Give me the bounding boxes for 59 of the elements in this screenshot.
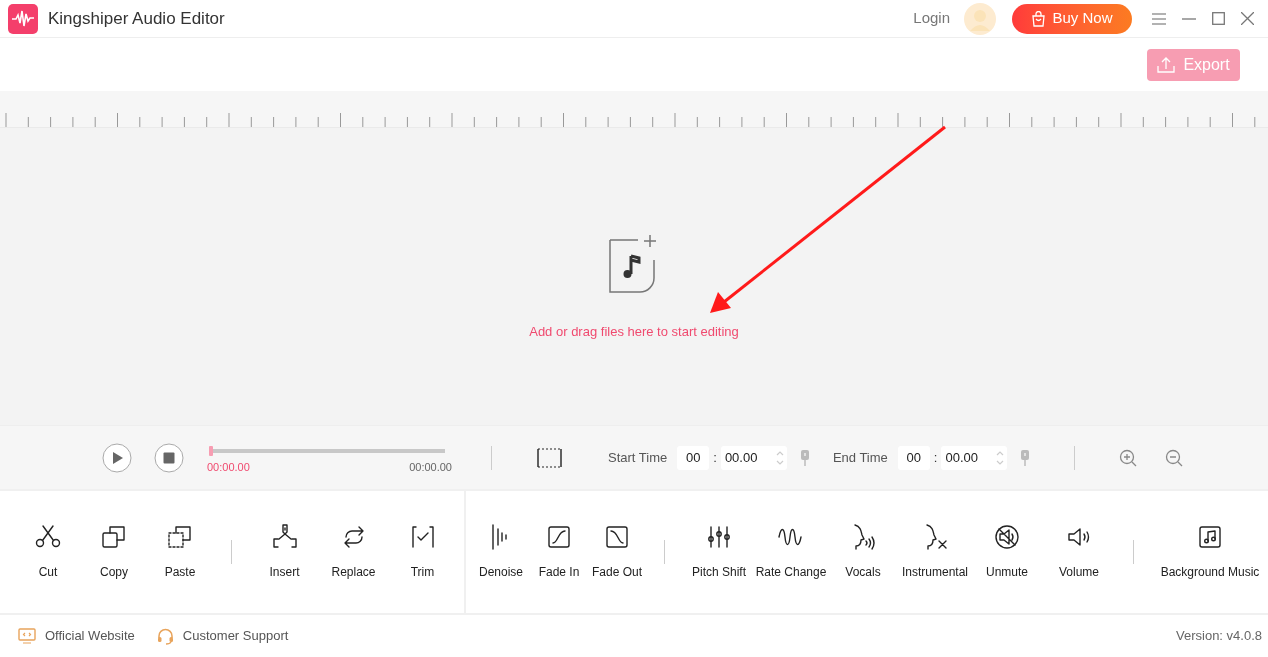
headset-icon: [156, 627, 174, 645]
zoom-in-icon[interactable]: [1119, 448, 1138, 467]
upload-icon: [1157, 56, 1176, 73]
login-link[interactable]: Login: [913, 7, 950, 30]
maximize-icon[interactable]: [1212, 12, 1225, 25]
copy-icon: [100, 523, 128, 551]
minutes-field[interactable]: 00: [677, 445, 710, 470]
marker-pin-icon[interactable]: [1021, 449, 1030, 466]
tool-button[interactable]: Paste: [147, 523, 213, 581]
time-separator: :: [713, 448, 717, 467]
fade-in-icon: [545, 523, 573, 551]
window-title: Kingshiper Audio Editor: [48, 7, 225, 30]
drop-hint: Add or drag files here to start editing: [529, 323, 739, 341]
tool-button[interactable]: Background Music: [1152, 523, 1268, 581]
paste-icon: [166, 523, 194, 551]
tool-button[interactable]: Fade In: [530, 523, 588, 581]
current-time: 00:00.00: [207, 460, 250, 476]
tool-button[interactable]: Rate Change: [755, 523, 827, 581]
playback-thumb[interactable]: [209, 446, 213, 457]
playback-track[interactable]: [209, 449, 445, 454]
seconds-field[interactable]: 00.00: [720, 445, 787, 470]
minutes-field[interactable]: 00: [897, 445, 930, 470]
time-separator: :: [933, 448, 938, 467]
time-label: End Time: [832, 448, 888, 467]
tool-button[interactable]: Trim: [388, 523, 457, 581]
sliders-icon: [705, 523, 733, 551]
fade-out-icon: [603, 523, 631, 551]
tool-button[interactable]: Fade Out: [588, 523, 646, 581]
total-time: 00:00.00: [409, 460, 452, 476]
play-icon[interactable]: [102, 442, 132, 473]
selection-icon[interactable]: [537, 447, 562, 468]
tool-button[interactable]: Cut: [15, 523, 81, 581]
tool-button[interactable]: Denoise: [472, 523, 530, 581]
marker-pin-icon[interactable]: [800, 449, 809, 466]
footer-link[interactable]: Customer Support: [156, 626, 289, 646]
seconds-field[interactable]: 00.00: [941, 445, 1008, 470]
menu-icon[interactable]: [1152, 12, 1166, 25]
muted-speaker-icon: [993, 523, 1021, 551]
music-note-icon: [1196, 523, 1224, 551]
tool-button[interactable]: Copy: [81, 523, 147, 581]
close-icon[interactable]: [1241, 12, 1254, 25]
tool-button[interactable]: Instrumental: [899, 523, 971, 581]
zoom-out-icon[interactable]: [1165, 448, 1184, 467]
tool-button[interactable]: Volume: [1043, 523, 1115, 581]
tool-button[interactable]: Unmute: [971, 523, 1043, 581]
footer-link[interactable]: Official Website: [18, 626, 135, 646]
tool-button[interactable]: Insert: [250, 523, 319, 581]
app-logo-icon: [8, 3, 38, 34]
tool-button[interactable]: Replace: [319, 523, 388, 581]
tool-button[interactable]: Pitch Shift: [683, 523, 755, 581]
version-text: Version: v4.0.8: [1176, 627, 1262, 646]
stop-icon[interactable]: [154, 442, 184, 473]
time-label: Start Time: [608, 448, 668, 467]
shopping-bag-icon: [1031, 10, 1047, 27]
avatar-icon[interactable]: [964, 2, 996, 35]
monitor-icon: [18, 628, 36, 644]
tool-button[interactable]: Vocals: [827, 523, 899, 581]
minimize-icon[interactable]: [1182, 17, 1196, 20]
insert-icon: [270, 523, 299, 551]
